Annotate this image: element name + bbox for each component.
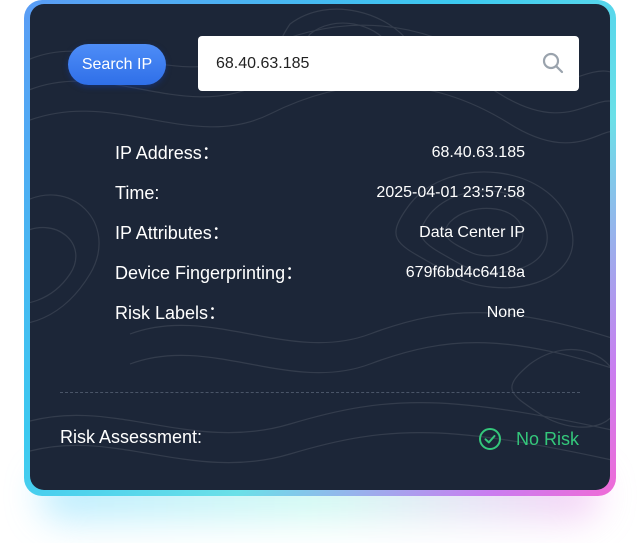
detail-row-time: Time: 2025-04-01 23:57:58: [115, 179, 525, 219]
ip-details-list: IP Address： 68.40.63.185 Time: 2025-04-0…: [115, 139, 525, 339]
detail-label: Risk Labels：: [115, 303, 227, 323]
detail-row-ip-attributes: IP Attributes： Data Center IP: [115, 219, 525, 259]
detail-label: Device Fingerprinting：: [115, 263, 304, 283]
stage: Search IP IP Address： 68.40.63.185 Time:…: [0, 0, 640, 543]
detail-value: None: [486, 304, 525, 321]
check-circle-icon: [478, 428, 501, 450]
ip-lookup-card: Search IP IP Address： 68.40.63.185 Time:…: [30, 4, 610, 490]
detail-row-risk-labels: Risk Labels： None: [115, 299, 525, 339]
risk-assessment-label: Risk Assessment:: [60, 427, 203, 447]
risk-assessment-result: No Risk: [478, 425, 579, 453]
detail-value: 679f6bd4c6418a: [405, 264, 525, 281]
detail-row-device-fingerprinting: Device Fingerprinting： 679f6bd4c6418a: [115, 259, 525, 299]
ip-search-input[interactable]: [216, 36, 526, 91]
search-icon[interactable]: [541, 51, 565, 75]
dashed-divider: [60, 392, 580, 393]
detail-value: 68.40.63.185: [431, 144, 525, 161]
detail-value: Data Center IP: [419, 224, 525, 241]
detail-label: IP Address：: [115, 143, 220, 163]
search-box: [198, 36, 579, 91]
risk-result-text: No Risk: [515, 428, 579, 449]
detail-label: IP Attributes：: [115, 223, 230, 243]
detail-row-ip-address: IP Address： 68.40.63.185: [115, 139, 525, 179]
detail-value: 2025-04-01 23:57:58: [376, 184, 525, 201]
search-ip-button[interactable]: Search IP: [68, 44, 166, 85]
detail-label: Time:: [115, 183, 160, 203]
